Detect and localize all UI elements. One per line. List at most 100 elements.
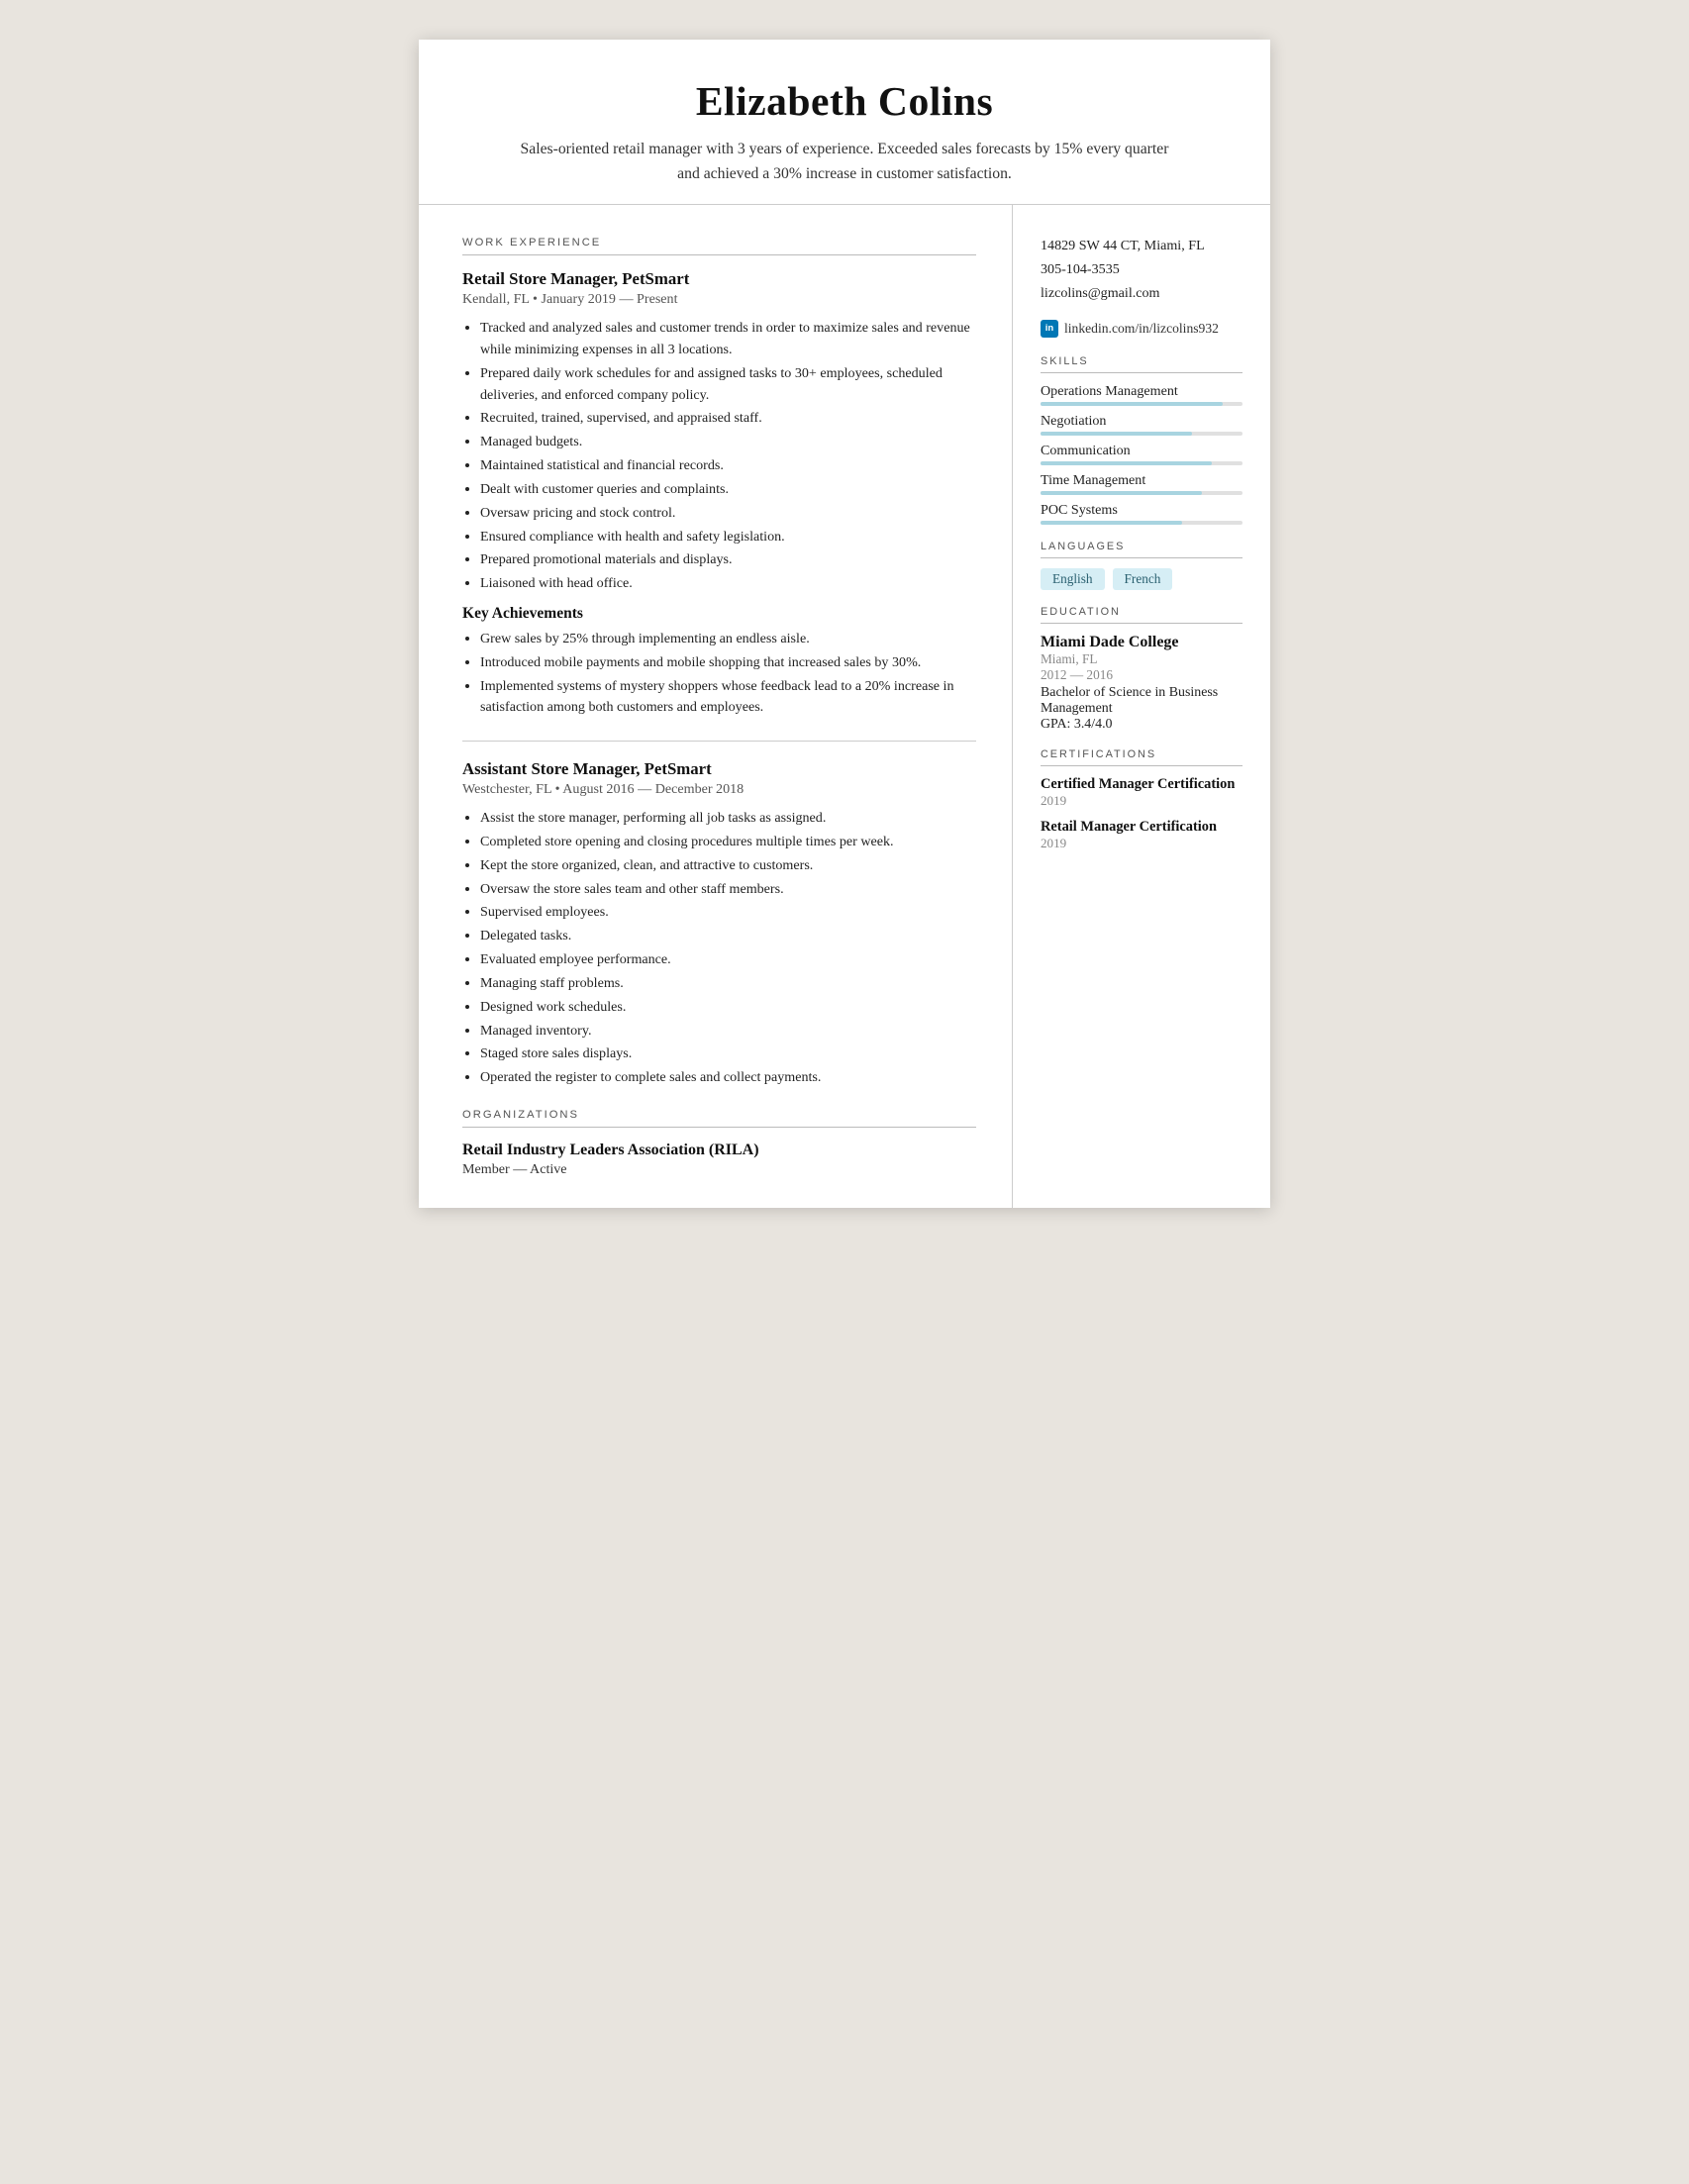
list-item: Supervised employees. (480, 902, 976, 924)
edu-gpa: GPA: 3.4/4.0 (1041, 717, 1242, 733)
list-item: Oversaw pricing and stock control. (480, 503, 976, 525)
skills-divider (1041, 372, 1242, 373)
list-item: Oversaw the store sales team and other s… (480, 879, 976, 901)
skill-bar-bg (1041, 432, 1242, 436)
skill-name: POC Systems (1041, 502, 1242, 519)
organizations-section: ORGANIZATIONS Retail Industry Leaders As… (462, 1109, 976, 1178)
list-item: Assist the store manager, performing all… (480, 808, 976, 830)
languages-label: LANGUAGES (1041, 541, 1242, 552)
skill-bar-fill (1041, 432, 1192, 436)
list-item: Tracked and analyzed sales and customer … (480, 318, 976, 361)
skill-name: Communication (1041, 443, 1242, 459)
skill-name: Negotiation (1041, 413, 1242, 430)
skill-bar-bg (1041, 461, 1242, 465)
job-1-meta: Kendall, FL • January 2019 — Present (462, 291, 976, 308)
contact-linkedin: in linkedin.com/in/lizcolins932 (1041, 320, 1242, 338)
key-achievements-label: Key Achievements (462, 605, 976, 623)
work-experience-label: WORK EXPERIENCE (462, 237, 976, 248)
edu-school: Miami Dade College (1041, 634, 1242, 651)
list-item: Dealt with customer queries and complain… (480, 479, 976, 501)
skill-row: Negotiation (1041, 413, 1242, 436)
job-2-title: Assistant Store Manager, PetSmart (462, 759, 976, 779)
resume-header: Elizabeth Colins Sales-oriented retail m… (419, 40, 1270, 205)
job-2-meta: Westchester, FL • August 2016 — December… (462, 781, 976, 798)
skill-row: Communication (1041, 443, 1242, 465)
candidate-name: Elizabeth Colins (478, 77, 1211, 125)
list-item: Staged store sales displays. (480, 1043, 976, 1065)
skill-name: Operations Management (1041, 383, 1242, 400)
job-1-title: Retail Store Manager, PetSmart (462, 269, 976, 289)
list-item: Managed inventory. (480, 1021, 976, 1042)
job-2: Assistant Store Manager, PetSmart Westch… (462, 759, 976, 1089)
list-item: Liaisoned with head office. (480, 573, 976, 595)
skill-name: Time Management (1041, 472, 1242, 489)
language-badge-french: French (1113, 568, 1173, 590)
skills-label: SKILLS (1041, 355, 1242, 367)
list-item: Completed store opening and closing proc… (480, 832, 976, 853)
languages-divider (1041, 557, 1242, 558)
skill-bar-bg (1041, 491, 1242, 495)
list-item: Maintained statistical and financial rec… (480, 455, 976, 477)
skill-row: Operations Management (1041, 383, 1242, 406)
education-divider (1041, 623, 1242, 624)
job-1-bullets: Tracked and analyzed sales and customer … (480, 318, 976, 595)
education-section: Miami Dade College Miami, FL 2012 — 2016… (1041, 634, 1242, 733)
list-item: Implemented systems of mystery shoppers … (480, 676, 976, 720)
contact-address: 14829 SW 44 CT, Miami, FL (1041, 235, 1242, 258)
cert-1-year: 2019 (1041, 793, 1242, 809)
job-divider (462, 741, 976, 742)
cert-2-year: 2019 (1041, 836, 1242, 851)
linkedin-url: linkedin.com/in/lizcolins932 (1064, 321, 1219, 337)
cert-2-name: Retail Manager Certification (1041, 819, 1242, 836)
skill-row: POC Systems (1041, 502, 1242, 525)
main-column: WORK EXPERIENCE Retail Store Manager, Pe… (419, 205, 1013, 1208)
list-item: Kept the store organized, clean, and att… (480, 855, 976, 877)
languages-list: English French (1041, 568, 1242, 590)
list-item: Prepared daily work schedules for and as… (480, 363, 976, 407)
list-item: Ensured compliance with health and safet… (480, 527, 976, 548)
org-name: Retail Industry Leaders Association (RIL… (462, 1142, 976, 1159)
resume-page: Elizabeth Colins Sales-oriented retail m… (419, 40, 1270, 1208)
edu-years: 2012 — 2016 (1041, 667, 1242, 683)
linkedin-icon: in (1041, 320, 1058, 338)
list-item: Designed work schedules. (480, 997, 976, 1019)
contact-info: 14829 SW 44 CT, Miami, FL 305-104-3535 l… (1041, 235, 1242, 306)
list-item: Introduced mobile payments and mobile sh… (480, 652, 976, 674)
skill-bar-bg (1041, 402, 1242, 406)
list-item: Operated the register to complete sales … (480, 1067, 976, 1089)
work-experience-divider (462, 254, 976, 255)
list-item: Recruited, trained, supervised, and appr… (480, 408, 976, 430)
list-item: Evaluated employee performance. (480, 949, 976, 971)
education-label: EDUCATION (1041, 606, 1242, 618)
job-1-achievements: Grew sales by 25% through implementing a… (480, 629, 976, 719)
sidebar-column: 14829 SW 44 CT, Miami, FL 305-104-3535 l… (1013, 205, 1270, 1208)
list-item: Managing staff problems. (480, 973, 976, 995)
cert-1-name: Certified Manager Certification (1041, 776, 1242, 793)
skills-list: Operations Management Negotiation Commun… (1041, 383, 1242, 525)
certifications-divider (1041, 765, 1242, 766)
organizations-label: ORGANIZATIONS (462, 1109, 976, 1121)
edu-degree: Bachelor of Science in Business Manageme… (1041, 685, 1242, 717)
resume-body: WORK EXPERIENCE Retail Store Manager, Pe… (419, 205, 1270, 1208)
certifications-label: CERTIFICATIONS (1041, 748, 1242, 760)
skill-bar-fill (1041, 402, 1223, 406)
job-1: Retail Store Manager, PetSmart Kendall, … (462, 269, 976, 719)
summary-text: Sales-oriented retail manager with 3 yea… (508, 137, 1181, 186)
contact-phone: 305-104-3535 (1041, 258, 1242, 282)
certifications-list: Certified Manager Certification 2019 Ret… (1041, 776, 1242, 851)
skill-bar-fill (1041, 461, 1212, 465)
list-item: Prepared promotional materials and displ… (480, 549, 976, 571)
organizations-divider (462, 1127, 976, 1128)
job-2-bullets: Assist the store manager, performing all… (480, 808, 976, 1089)
language-badge-english: English (1041, 568, 1105, 590)
list-item: Grew sales by 25% through implementing a… (480, 629, 976, 650)
org-role: Member — Active (462, 1161, 976, 1178)
list-item: Delegated tasks. (480, 926, 976, 947)
skill-row: Time Management (1041, 472, 1242, 495)
skill-bar-fill (1041, 491, 1202, 495)
edu-location: Miami, FL (1041, 651, 1242, 667)
skill-bar-fill (1041, 521, 1182, 525)
skill-bar-bg (1041, 521, 1242, 525)
contact-email: lizcolins@gmail.com (1041, 282, 1242, 306)
list-item: Managed budgets. (480, 432, 976, 453)
